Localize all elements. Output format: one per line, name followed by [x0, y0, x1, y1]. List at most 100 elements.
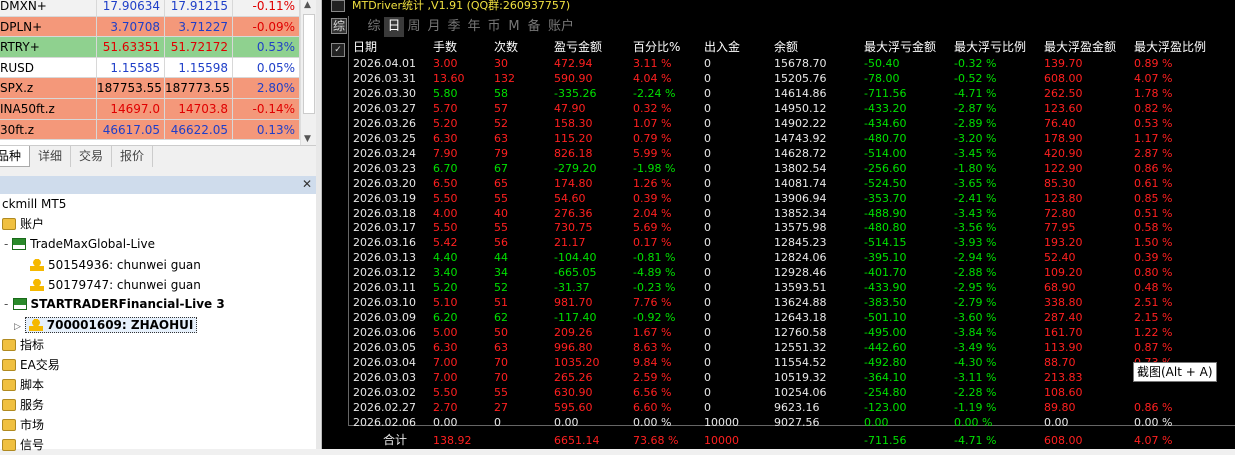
column-header[interactable]: 最大浮亏比例	[954, 38, 1026, 56]
table-cell: 2026.03.23	[353, 161, 416, 175]
chevron-down-icon[interactable]: ▼	[304, 134, 311, 144]
table-cell: 89.80	[1044, 400, 1076, 414]
market-row[interactable]: DMXN+ 17.90634 17.91215 -0.11%	[0, 0, 300, 17]
table-cell: -123.00	[864, 400, 907, 414]
table-cell: 730.75	[554, 221, 593, 235]
market-row[interactable]: SPX.z 187753.55 187773.55 2.80%	[0, 78, 300, 99]
total-cell: 合计	[383, 432, 408, 447]
panel-title: MTDriver统计 ,V1.91 (QQ群:260937757)	[352, 0, 571, 12]
navigator-accounts[interactable]: 账户	[2, 214, 44, 234]
table-cell: -3.60 %	[954, 311, 997, 325]
ask-price: 17.91215	[165, 0, 233, 17]
table-cell: 1.26 %	[633, 176, 672, 190]
column-header[interactable]: 最大浮亏金额	[864, 38, 936, 56]
table-cell: -117.40	[554, 311, 597, 325]
column-header[interactable]: 次数	[494, 38, 518, 56]
table-cell: 0.87 %	[1134, 341, 1173, 355]
table-cell: 5.00	[433, 326, 458, 340]
table-cell: 0.32 %	[633, 101, 672, 115]
period-tab[interactable]: 周	[404, 17, 424, 37]
market-row[interactable]: DPLN+ 3.70708 3.71227 -0.09%	[0, 16, 300, 38]
navigator-scripts[interactable]: 脚本	[2, 375, 44, 395]
column-header[interactable]: 出入金	[704, 38, 740, 56]
column-header[interactable]: 手数	[433, 38, 457, 56]
table-cell: 0.00	[864, 415, 889, 429]
daily-change: -0.09%	[233, 16, 300, 38]
tab-0[interactable]: 品种	[0, 146, 31, 167]
period-tab[interactable]: 综	[364, 17, 384, 37]
table-cell: 2026.02.27	[353, 400, 416, 414]
server-startrader[interactable]: - STARTRADERFinancial-Live 3	[4, 294, 225, 314]
account-item[interactable]: 50179747: chunwei guan	[30, 275, 201, 295]
table-cell: 0	[704, 71, 711, 85]
table-cell: 161.70	[1044, 326, 1083, 340]
table-cell: 58	[494, 86, 508, 100]
navigator-root[interactable]: ckmill MT5	[2, 194, 66, 214]
tab-3[interactable]: 报价	[112, 146, 154, 167]
table-cell: 178.90	[1044, 131, 1083, 145]
scrollbar[interactable]: ▲ ▼	[300, 0, 316, 145]
period-tab[interactable]: 季	[444, 17, 464, 37]
table-cell: 0	[704, 385, 711, 399]
tab-1[interactable]: 详细	[30, 146, 72, 167]
table-cell: 2026.03.25	[353, 131, 416, 145]
table-cell: -2.28 %	[954, 385, 997, 399]
table-cell: -514.15	[864, 236, 907, 250]
table-cell: 4.40	[433, 251, 458, 265]
screenshot-tooltip: 截图(Alt + A)	[1133, 362, 1217, 382]
column-header[interactable]: 百分比%	[633, 38, 680, 56]
column-header[interactable]: 最大浮盈金额	[1044, 38, 1116, 56]
navigator-tree: ckmill MT5 账户 - TradeMaxGlobal-Live 5015…	[0, 194, 316, 452]
navigator-signals[interactable]: 信号	[2, 435, 44, 455]
navigator-services[interactable]: 服务	[2, 395, 44, 415]
close-icon[interactable]: ✕	[302, 177, 312, 191]
navigator-market[interactable]: 市场	[2, 415, 44, 435]
period-tab[interactable]: 账户	[544, 17, 578, 37]
table-cell: 0	[704, 146, 711, 160]
account-item-selected[interactable]: ▷ 700001609: ZHAOHUI	[14, 315, 198, 335]
chevron-up-icon[interactable]: ▲	[304, 0, 311, 10]
market-row[interactable]: RTRY+ 51.63351 51.72172 0.53%	[0, 37, 300, 58]
table-cell: 79	[494, 146, 508, 160]
period-tab[interactable]: 月	[424, 17, 444, 37]
column-header[interactable]: 日期	[353, 38, 377, 56]
panel-toggle-button[interactable]	[331, 0, 345, 12]
table-cell: 57	[494, 101, 508, 115]
table-cell: 1.22 %	[1134, 326, 1173, 340]
table-cell: 5.70	[433, 101, 458, 115]
table-cell: 70	[494, 370, 508, 384]
checkmark-icon[interactable]: ✓	[331, 43, 345, 57]
panel-side-button[interactable]: 综	[331, 18, 347, 34]
table-cell: -0.23 %	[633, 281, 676, 295]
table-cell: 2026.03.27	[353, 101, 416, 115]
total-cell: -711.56	[864, 433, 907, 447]
table-cell: 6.50	[433, 176, 458, 190]
server-tradermax[interactable]: - TradeMaxGlobal-Live	[4, 234, 155, 254]
scrollbar-thumb[interactable]	[303, 14, 315, 114]
period-tab[interactable]: 备	[524, 17, 544, 37]
account-item[interactable]: 50154936: chunwei guan	[30, 255, 201, 275]
column-header[interactable]: 盈亏金额	[554, 38, 602, 56]
market-row[interactable]: 30ft.z 46617.05 46622.05 0.13%	[0, 119, 300, 141]
table-cell: 0	[704, 251, 711, 265]
table-cell: 262.50	[1044, 86, 1083, 100]
bid-price: 51.63351	[97, 37, 165, 58]
market-row[interactable]: INA50ft.z 14697.0 14703.8 -0.14%	[0, 99, 300, 120]
navigator-experts[interactable]: EA交易	[2, 355, 60, 375]
market-row[interactable]: RUSD 1.15585 1.15598 0.05%	[0, 57, 300, 79]
tab-2[interactable]: 交易	[71, 146, 113, 167]
table-cell: 5.80	[433, 86, 458, 100]
column-header[interactable]: 余额	[774, 38, 798, 56]
table-cell: -3.43 %	[954, 206, 997, 220]
period-tab[interactable]: 年	[464, 17, 484, 37]
table-cell: 9.84 %	[633, 356, 672, 369]
navigator-indicators[interactable]: 指标	[2, 335, 44, 355]
period-tab[interactable]: M	[504, 17, 524, 37]
table-cell: -4.71 %	[954, 86, 997, 100]
table-cell: 21.17	[554, 236, 586, 250]
column-header[interactable]: 最大浮盈比例	[1134, 38, 1206, 56]
table-cell: 0	[704, 191, 711, 205]
period-tab[interactable]: 币	[484, 17, 504, 37]
period-tab[interactable]: 日	[384, 17, 404, 37]
table-cell: 0.00 %	[1134, 415, 1173, 429]
